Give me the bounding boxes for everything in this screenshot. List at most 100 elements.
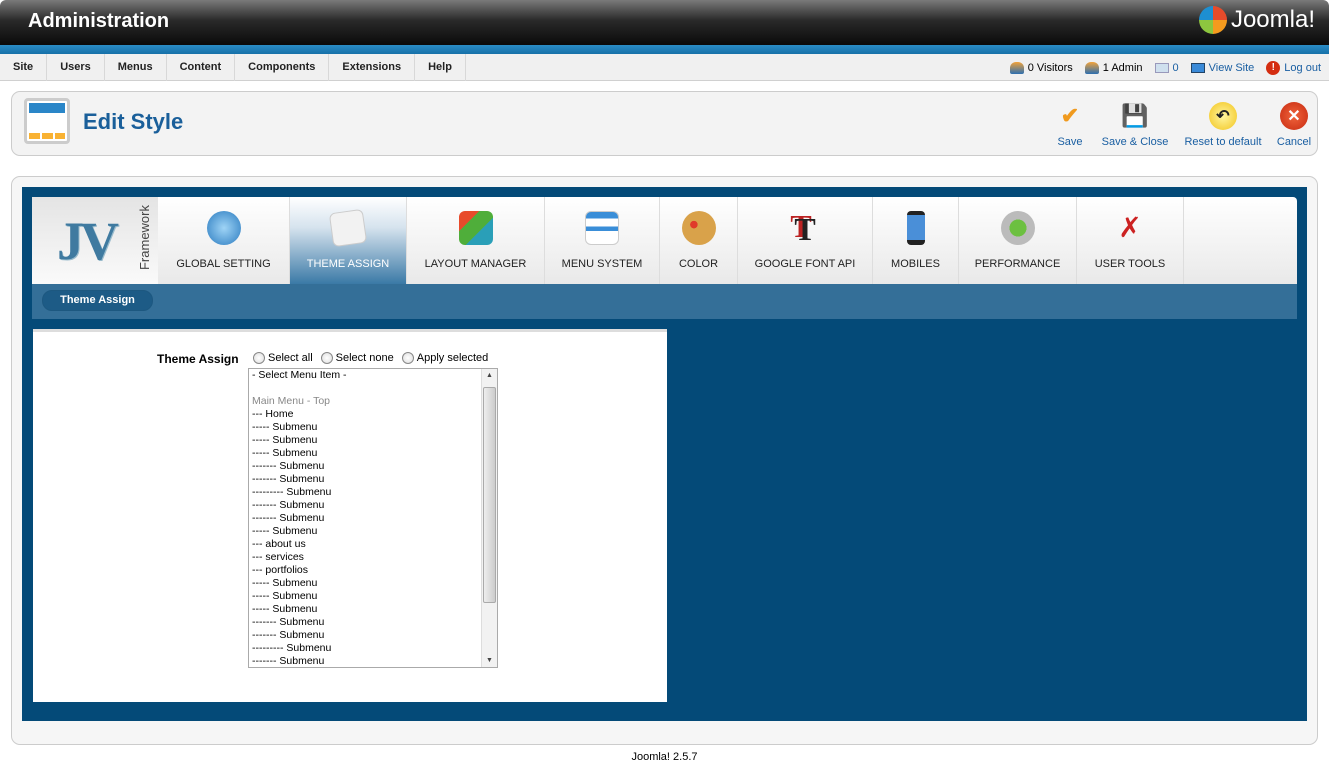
jv-logo-text: JV	[57, 210, 119, 271]
tab-color[interactable]: COLOR	[660, 197, 738, 284]
visitors-status: 0 Visitors	[1009, 61, 1073, 74]
listbox-option[interactable]: --- portfolios	[249, 564, 497, 577]
floppy-disk-icon: 💾	[1121, 103, 1149, 128]
tab-performance[interactable]: PERFORMANCE	[959, 197, 1077, 284]
menu-site[interactable]: Site	[0, 54, 48, 81]
theme-assign-form: Theme Assign Select all Select none Appl…	[33, 329, 667, 702]
menu-help[interactable]: Help	[415, 54, 466, 81]
header-stripe	[0, 45, 1329, 54]
radio-icon	[401, 352, 414, 364]
gear-refresh-icon	[1000, 211, 1035, 245]
tab-google-font-api[interactable]: T GOOGLE FONT API	[738, 197, 873, 284]
listbox-option[interactable]: ----- Submenu	[249, 603, 497, 616]
tab-user-tools[interactable]: ✗ USER TOOLS	[1077, 197, 1184, 284]
listbox-option[interactable]: ----- Submenu	[249, 577, 497, 590]
scroll-up-icon[interactable]: ▲	[482, 372, 497, 379]
menu-extensions[interactable]: Extensions	[329, 54, 416, 81]
tab-label: GOOGLE FONT API	[754, 258, 856, 270]
menu-content[interactable]: Content	[167, 54, 236, 81]
apply-selected-radio[interactable]: Apply selected	[401, 352, 488, 364]
palette-icon	[681, 211, 716, 245]
selection-radios: Select all Select none Apply selected	[253, 352, 488, 364]
tab-label: MOBILES	[891, 258, 940, 270]
joomla-logo-icon	[1198, 6, 1227, 34]
listbox-option[interactable]: ------- Submenu	[249, 616, 497, 629]
user-icon	[1084, 61, 1099, 74]
menu-item-listbox[interactable]: - Select Menu Item - Main Menu - Top --- H…	[248, 368, 498, 668]
listbox-option[interactable]: ----- Submenu	[249, 447, 497, 460]
listbox-option[interactable]: ------- Submenu	[249, 460, 497, 473]
messages-link[interactable]: 0	[1154, 61, 1179, 74]
listbox-option[interactable]: ------- Submenu	[249, 512, 497, 525]
listbox-option[interactable]: - Select Menu Item -	[249, 369, 497, 382]
radio-label: Select all	[268, 352, 313, 364]
admin-header: Administration Joomla!	[0, 0, 1329, 45]
reset-icon: ↶	[1209, 102, 1237, 130]
reset-default-button[interactable]: ↶ Reset to default	[1182, 102, 1264, 148]
listbox-option[interactable]: ----- Submenu	[249, 525, 497, 538]
tab-label: LAYOUT MANAGER	[424, 258, 527, 270]
listbox-option[interactable]: ----- Submenu	[249, 421, 497, 434]
listbox-option[interactable]: --- Home	[249, 408, 497, 421]
listbox-option[interactable]: --------- Submenu	[249, 642, 497, 655]
status-bar: 0 Visitors 1 Admin 0 View Site ! Log out	[1009, 54, 1321, 81]
listbox-option[interactable]: ----- Submenu	[249, 434, 497, 447]
admin-count: 1 Admin	[1102, 61, 1143, 74]
tab-label: THEME ASSIGN	[306, 258, 390, 270]
jv-logo-sub: Framework	[137, 205, 152, 271]
logout-label: Log out	[1284, 61, 1321, 74]
visitors-count: 0 Visitors	[1027, 61, 1073, 74]
subtab-bar: Theme Assign	[32, 284, 1297, 319]
listbox-option[interactable]: ----- Submenu	[249, 590, 497, 603]
logout-link[interactable]: ! Log out	[1266, 60, 1321, 75]
listbox-option[interactable]: ------- Submenu	[249, 629, 497, 642]
menu-components[interactable]: Components	[235, 54, 330, 81]
tab-theme-assign[interactable]: THEME ASSIGN	[290, 197, 407, 284]
tab-label: MENU SYSTEM	[561, 258, 643, 270]
page-title: Edit Style	[83, 109, 184, 134]
save-close-button[interactable]: 💾 Save & Close	[1100, 102, 1170, 148]
radio-icon	[253, 352, 265, 364]
listbox-option[interactable]: --- services	[249, 551, 497, 564]
tab-menu-system[interactable]: MENU SYSTEM	[545, 197, 660, 284]
listbox-option[interactable]: --------- Submenu	[249, 486, 497, 499]
save-close-label: Save & Close	[1101, 136, 1169, 148]
theme-assign-label: Theme Assign	[157, 352, 239, 366]
option-group-label: Main Menu - Top	[252, 395, 331, 407]
menu-users[interactable]: Users	[47, 54, 105, 81]
select-none-radio[interactable]: Select none	[320, 352, 394, 364]
scroll-down-icon[interactable]: ▼	[482, 657, 497, 664]
tab-layout-manager[interactable]: LAYOUT MANAGER	[407, 197, 545, 284]
layout-manager-icon	[458, 211, 493, 245]
theme-assign-icon	[328, 208, 368, 248]
scroll-thumb[interactable]	[483, 387, 496, 603]
tab-label: PERFORMANCE	[974, 258, 1061, 270]
menu-menus[interactable]: Menus	[105, 54, 167, 81]
radio-icon	[320, 352, 333, 364]
select-all-radio[interactable]: Select all	[253, 352, 313, 364]
framework-tabs: JV Framework GLOBAL SETTING THEME ASSIGN …	[32, 197, 1297, 284]
tab-mobiles[interactable]: MOBILES	[873, 197, 959, 284]
view-site-label: View Site	[1208, 61, 1255, 74]
listbox-option[interactable]: ------- Submenu	[249, 655, 497, 667]
cancel-button[interactable]: ✕ Cancel	[1274, 102, 1314, 148]
admin-title: Administration	[28, 10, 170, 32]
save-label: Save	[1057, 136, 1083, 148]
listbox-option[interactable]: ------- Submenu	[249, 499, 497, 512]
joomla-logo: Joomla!	[1198, 6, 1315, 34]
listbox-option[interactable]: ------- Submenu	[249, 473, 497, 486]
cancel-label: Cancel	[1276, 136, 1312, 148]
listbox-option[interactable]: --- about us	[249, 538, 497, 551]
tools-icon: ✗	[1118, 212, 1142, 243]
message-icon	[1154, 62, 1169, 73]
listbox-scrollbar[interactable]: ▲ ▼	[481, 369, 497, 667]
tab-global-setting[interactable]: GLOBAL SETTING	[158, 197, 290, 284]
messages-count: 0	[1172, 61, 1179, 74]
view-site-link[interactable]: View Site	[1190, 61, 1255, 74]
save-button[interactable]: ✔ Save	[1052, 102, 1088, 148]
tab-label: GLOBAL SETTING	[176, 258, 271, 270]
subtab-theme-assign[interactable]: Theme Assign	[42, 290, 153, 311]
phone-icon	[906, 211, 925, 245]
listbox-option	[249, 382, 497, 395]
admin-status: 1 Admin	[1084, 61, 1143, 74]
